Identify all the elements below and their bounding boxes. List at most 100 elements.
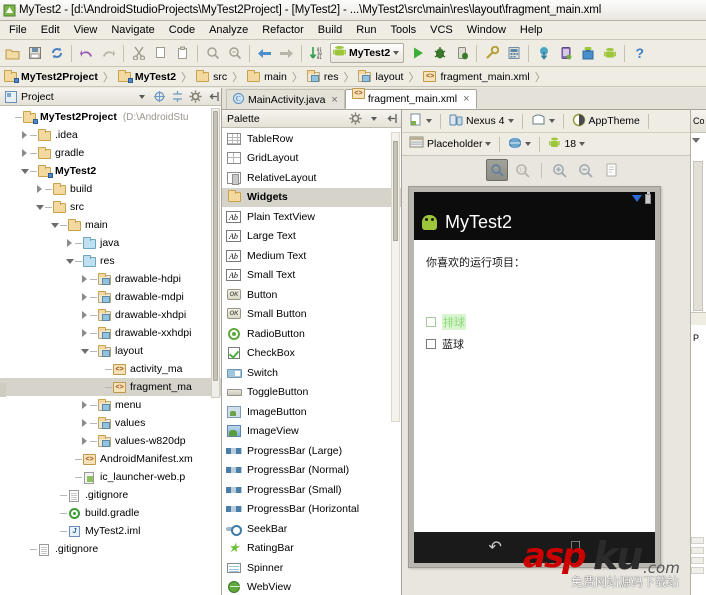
zoom-out-button[interactable] [575,159,597,181]
tree-node-values[interactable]: values [0,414,221,432]
tree-node-drawable-xxhdpi[interactable]: drawable-xxhdpi [0,324,221,342]
palette-item-gridlayout[interactable]: GridLayout [222,149,401,169]
expand-arrow-icon[interactable] [79,414,90,432]
avd-manager-icon[interactable] [503,43,524,64]
help-icon[interactable]: ? [629,43,650,64]
tree-node-res[interactable]: res [0,252,221,270]
palette-item-togglebutton[interactable]: ToggleButton [222,383,401,403]
menu-item-build[interactable]: Build [311,22,349,38]
hide-panel-icon[interactable] [384,111,399,126]
expand-arrow-icon[interactable] [19,144,30,162]
android-icon[interactable] [599,43,620,64]
collapse-arrow-icon[interactable] [64,252,75,270]
menu-item-edit[interactable]: Edit [34,22,67,38]
menu-item-help[interactable]: Help [513,22,550,38]
orientation-chip[interactable] [528,112,558,131]
zoom-fit-button[interactable] [485,159,508,181]
collapse-arrow-icon[interactable] [49,216,60,234]
tree-node-drawable-mdpi[interactable]: drawable-mdpi [0,288,221,306]
palette-item-progressbar--normal-[interactable]: ProgressBar (Normal) [222,461,401,481]
collapse-arrow-icon[interactable] [79,342,90,360]
breadcrumb-item-src[interactable]: src [194,67,232,86]
breadcrumb-item-mytest2project[interactable]: MyTest2Project [2,67,103,86]
back-icon[interactable] [254,43,275,64]
preview-checkbox-2[interactable]: 蓝球 [426,336,643,352]
tree-node-src[interactable]: src [0,198,221,216]
close-icon[interactable]: × [463,93,469,105]
palette-item-relativelayout[interactable]: RelativeLayout [222,168,401,188]
expand-arrow-icon[interactable] [64,234,75,252]
tree-node-menu[interactable]: menu [0,396,221,414]
palette-item-button[interactable]: OK Button [222,285,401,305]
palette-item-spinner[interactable]: Spinner [222,558,401,578]
layout-variation-chip[interactable] [406,112,435,131]
device-monitor-icon[interactable] [555,43,576,64]
tree-node--gitignore[interactable]: .gitignore [0,540,221,558]
sdk-manager-icon[interactable] [481,43,502,64]
menu-item-tools[interactable]: Tools [383,22,423,38]
run-icon[interactable] [407,43,428,64]
gear-icon[interactable] [348,111,363,126]
tree-node-drawable-hdpi[interactable]: drawable-hdpi [0,270,221,288]
save-all-icon[interactable] [24,43,45,64]
palette-item-webview[interactable]: WebView [222,578,401,595]
palette-item-small-text[interactable]: Ab Small Text [222,266,401,286]
palette-item-radiobutton[interactable]: RadioButton [222,324,401,344]
palette-item-tablerow[interactable]: TableRow [222,129,401,149]
redo-icon[interactable] [98,43,119,64]
zoom-actual-button[interactable]: 1:1 [512,159,534,181]
expand-arrow-icon[interactable] [34,180,45,198]
debug-icon[interactable] [429,43,450,64]
chevron-down-icon[interactable] [134,89,149,104]
theme-chip[interactable]: AppTheme [569,112,643,131]
tree-node-main[interactable]: main [0,216,221,234]
tree-node-ic-launcher-web-p[interactable]: ic_launcher-web.p [0,468,221,486]
palette-item-ratingbar[interactable]: ★ RatingBar [222,539,401,559]
expand-arrow-icon[interactable] [79,396,90,414]
tree-node--idea[interactable]: .idea [0,126,221,144]
expand-arrow-icon[interactable] [19,126,30,144]
breadcrumb-item-res[interactable]: res [305,67,344,86]
tree-node-values-w820dp[interactable]: values-w820dp [0,432,221,450]
tree-node-mytest2-iml[interactable]: J MyTest2.iml [0,522,221,540]
panel-resize-handle[interactable] [0,383,6,397]
find-icon[interactable] [202,43,223,64]
collapse-arrow-icon[interactable] [34,198,45,216]
palette-item-widgets[interactable]: Widgets [222,187,401,207]
locale-chip[interactable] [505,135,534,154]
tree-node-build[interactable]: build [0,180,221,198]
tree-node-mytest2[interactable]: MyTest2 [0,162,221,180]
project-tree[interactable]: MyTest2Project (D:\AndroidStu .idea gradle M… [0,106,221,595]
expand-arrow-icon[interactable] [79,324,90,342]
refresh-render-button[interactable] [601,159,623,181]
tree-node-androidmanifest-xm[interactable]: <> AndroidManifest.xm [0,450,221,468]
tree-node-build-gradle[interactable]: build.gradle [0,504,221,522]
menu-item-window[interactable]: Window [460,22,513,38]
target-icon[interactable] [152,89,167,104]
preview-checkbox-1[interactable]: 排球 [426,314,643,330]
menu-item-refactor[interactable]: Refactor [255,22,311,38]
editor-tab-mainactivity-java[interactable]: C MainActivity.java × [226,89,345,109]
tree-node-layout[interactable]: layout [0,342,221,360]
project-tree-scrollbar[interactable] [211,108,220,398]
palette-item-plain-textview[interactable]: Ab Plain TextView [222,207,401,227]
activity-chip[interactable]: Placeholder [406,135,494,153]
expand-arrow-icon[interactable] [692,138,700,143]
menu-item-navigate[interactable]: Navigate [104,22,161,38]
android-sdk-icon[interactable] [577,43,598,64]
menu-item-file[interactable]: File [2,22,34,38]
sync-gradle-icon[interactable] [533,43,554,64]
home-nav-icon[interactable]: ⎕ [571,539,581,556]
palette-item-progressbar--large-[interactable]: ProgressBar (Large) [222,441,401,461]
menu-item-view[interactable]: View [67,22,105,38]
palette-item-imagebutton[interactable]: ImageButton [222,402,401,422]
tree-node-drawable-xhdpi[interactable]: drawable-xhdpi [0,306,221,324]
palette-item-seekbar[interactable]: SeekBar [222,519,401,539]
collapse-arrow-icon[interactable] [19,162,30,180]
editor-tab-fragment-main-xml[interactable]: <> fragment_main.xml × [344,88,477,109]
palette-scrollbar[interactable] [391,132,400,422]
palette-item-small-button[interactable]: OK Small Button [222,305,401,325]
open-icon[interactable] [2,43,23,64]
breadcrumb-item-fragment-main-xml[interactable]: <> fragment_main.xml [421,67,534,86]
checkbox-box[interactable] [426,339,436,349]
